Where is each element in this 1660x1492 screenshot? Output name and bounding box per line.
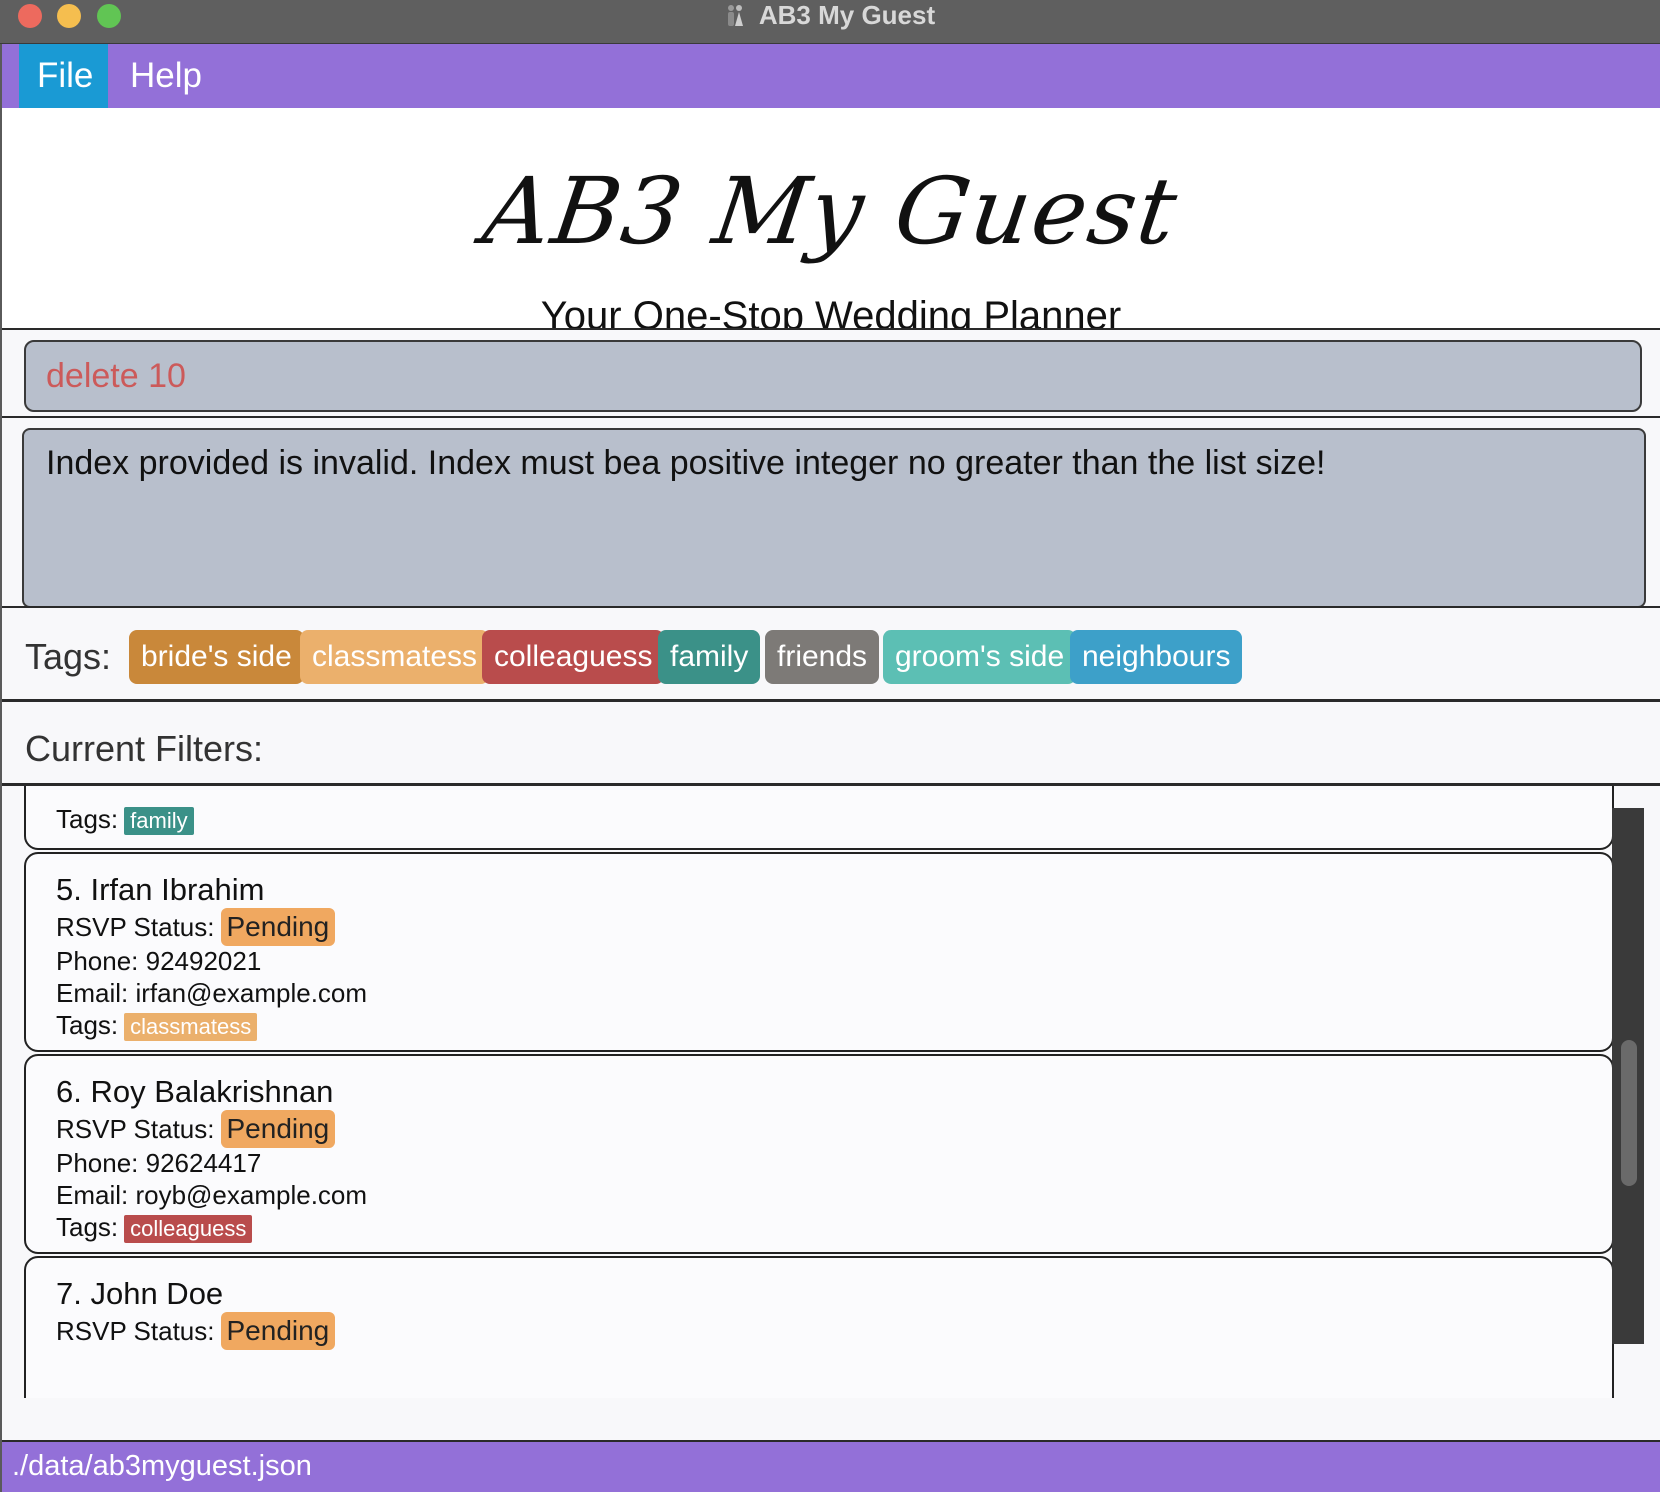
menu-help[interactable]: Help — [112, 44, 220, 108]
filters-panel: Current Filters: — [2, 702, 1660, 788]
rsvp-status-badge: Pending — [220, 1312, 336, 1350]
menu-file[interactable]: File — [19, 44, 108, 108]
guest-tags-row: Tags: classmatess — [56, 1010, 258, 1041]
guest-email: Email: royb@example.com — [56, 1180, 368, 1210]
guest-list[interactable]: Tags: family 5. Irfan Ibrahim RSVP Status… — [2, 786, 1660, 1398]
guest-phone: Phone: 92624417 — [56, 1148, 262, 1178]
guest-tag: classmatess — [124, 1013, 258, 1041]
guest-list-scrollbar[interactable] — [1612, 808, 1644, 1344]
menu-bar: File Help — [2, 44, 1660, 108]
current-filters-label: Current Filters: — [25, 728, 264, 769]
app-logo: AB3 My Guest — [477, 158, 1185, 265]
result-display[interactable]: Index provided is invalid. Index must be… — [22, 428, 1646, 608]
guest-rsvp-row: RSVP Status: Pending — [56, 1110, 336, 1148]
guest-tag: colleaguess — [124, 1215, 253, 1243]
rsvp-label: RSVP Status: — [56, 912, 215, 942]
rsvp-label: RSVP Status: — [56, 1316, 215, 1346]
guest-card[interactable]: Tags: family — [24, 786, 1614, 850]
guest-name: 5. Irfan Ibrahim — [56, 872, 265, 907]
tag-neighbours[interactable]: neighbours — [1070, 630, 1243, 684]
window-titlebar: AB3 My Guest — [0, 0, 1660, 44]
guest-tags-row: Tags: family — [56, 804, 194, 835]
tags-label: Tags: — [56, 804, 119, 834]
guest-email: Email: irfan@example.com — [56, 978, 368, 1008]
tags-label: Tags: — [56, 1010, 119, 1040]
guest-tag: family — [124, 807, 194, 835]
window-title-container: AB3 My Guest — [0, 0, 1660, 30]
data-file-path: ./data/ab3myguest.json — [12, 1450, 312, 1482]
tag-classmatess[interactable]: classmatess — [300, 630, 490, 684]
guest-rsvp-row: RSVP Status: Pending — [56, 908, 336, 946]
tags-label: Tags: — [25, 636, 112, 677]
scrollbar-thumb[interactable] — [1621, 1040, 1637, 1186]
wedding-couple-icon — [727, 5, 743, 26]
app-header: AB3 My Guest Your One-Stop Wedding Plann… — [2, 108, 1660, 348]
guest-card[interactable]: 7. John Doe RSVP Status: Pending — [24, 1256, 1614, 1398]
guest-tags-row: Tags: colleaguess — [56, 1212, 253, 1243]
guest-card[interactable]: 6. Roy Balakrishnan RSVP Status: Pending … — [24, 1054, 1614, 1254]
guest-name: 6. Roy Balakrishnan — [56, 1074, 334, 1109]
guest-name: 7. John Doe — [56, 1276, 224, 1311]
command-input[interactable]: delete 10 — [24, 340, 1642, 412]
tag-family[interactable]: family — [658, 630, 761, 684]
result-area: Index provided is invalid. Index must be… — [2, 418, 1660, 614]
rsvp-status-badge: Pending — [220, 1110, 336, 1148]
tag-friends[interactable]: friends — [765, 630, 880, 684]
status-bar: ./data/ab3myguest.json — [2, 1440, 1660, 1492]
tags-label: Tags: — [56, 1212, 119, 1242]
guest-card[interactable]: 5. Irfan Ibrahim RSVP Status: Pending Pho… — [24, 852, 1614, 1052]
tag-brides-side[interactable]: bride's side — [129, 630, 304, 684]
guest-rsvp-row: RSVP Status: Pending — [56, 1312, 336, 1350]
tags-panel: Tags: bride's side classmatess colleague… — [2, 608, 1660, 702]
command-area: delete 10 — [2, 330, 1660, 422]
guest-phone: Phone: 92492021 — [56, 946, 262, 976]
window-title: AB3 My Guest — [758, 0, 936, 30]
rsvp-status-badge: Pending — [220, 908, 336, 946]
tag-colleaguess[interactable]: colleaguess — [482, 630, 665, 684]
tag-grooms-side[interactable]: groom's side — [883, 630, 1077, 684]
main-window: File Help AB3 My Guest Your One-Stop Wed… — [2, 44, 1660, 1492]
rsvp-label: RSVP Status: — [56, 1114, 215, 1144]
